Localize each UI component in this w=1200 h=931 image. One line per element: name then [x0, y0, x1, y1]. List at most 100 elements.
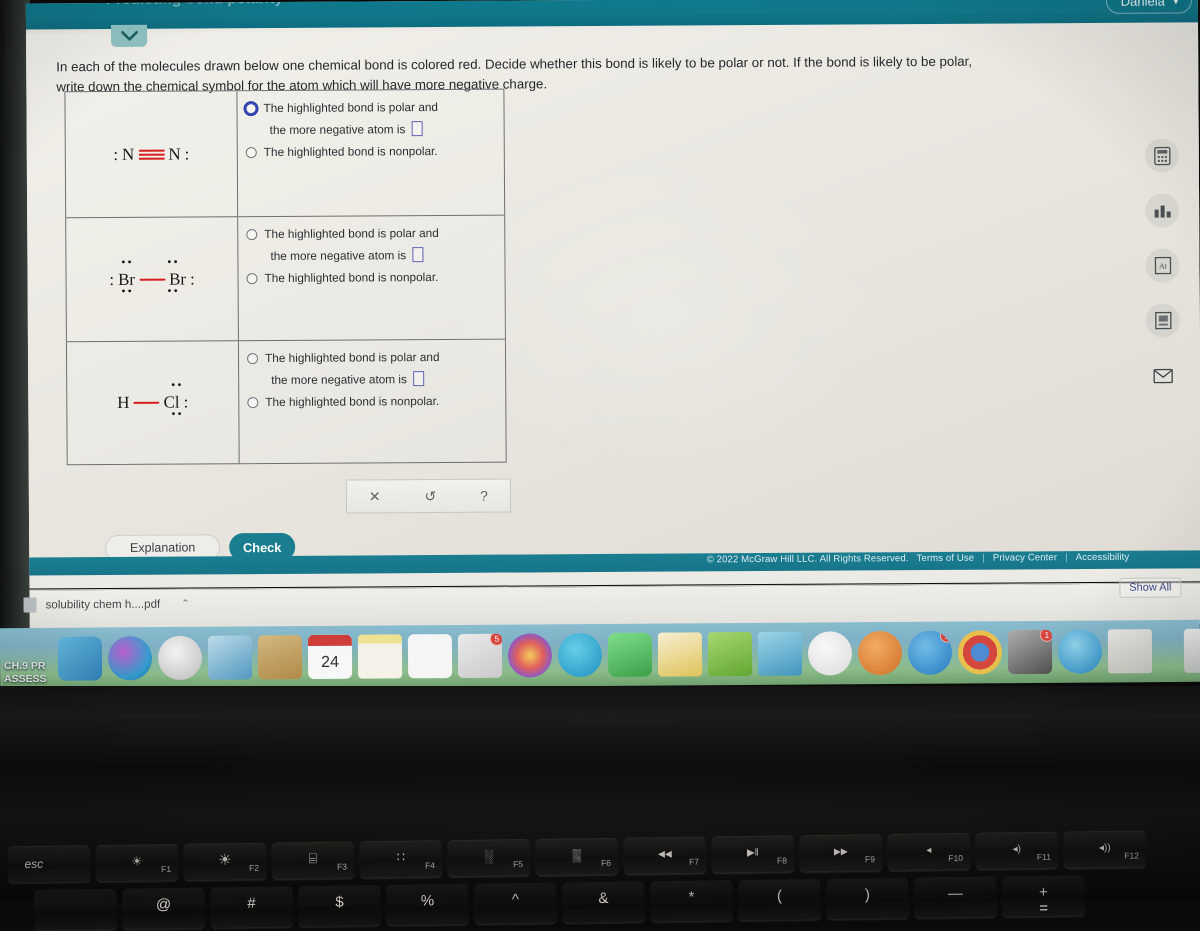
dock-item-facetime[interactable] [607, 632, 653, 677]
key-9[interactable]: ( [738, 878, 821, 921]
key-2[interactable]: @ [122, 887, 205, 929]
answer-row: the more negative atom is [270, 247, 498, 263]
key-f10[interactable]: ◂ F10 [887, 832, 971, 870]
dock-item-chrome[interactable] [957, 630, 1003, 675]
rewind-icon: ◀◀ [657, 848, 672, 859]
download-file-name: solubility chem h....pdf [45, 597, 161, 612]
periodic-table-icon[interactable]: At [1145, 248, 1180, 283]
key-3[interactable]: # [210, 886, 293, 928]
key-1[interactable] [34, 888, 117, 930]
show-all-downloads-button[interactable]: Show All [1119, 577, 1182, 598]
radio-polar[interactable] [246, 229, 258, 241]
key-6[interactable]: ^ [474, 882, 557, 924]
bar-chart-icon[interactable] [1145, 193, 1180, 228]
function-key-row: esc ☀ F1 ☀ F2 ⌸ F3 ∷ F4 ░ F5 ▒ F6 ◀◀ F7 ▶‖ F8 ▶▶… [0, 830, 1147, 883]
radio-polar[interactable] [245, 103, 257, 115]
lone-pair-left: : [113, 144, 119, 164]
dock-item-numbers[interactable] [707, 631, 753, 677]
reference-table-icon[interactable] [1145, 303, 1180, 338]
key-9-label: ( [776, 887, 783, 905]
key-5-label: % [420, 892, 435, 910]
user-menu[interactable]: Daniela ▾ [1105, 0, 1192, 14]
dock-item-ibooks[interactable] [857, 630, 903, 676]
help-icon[interactable]: ? [480, 488, 488, 504]
key-f6[interactable]: ▒ F6 [535, 837, 619, 875]
dock-item-photos[interactable] [507, 633, 553, 678]
download-item[interactable]: solubility chem h....pdf ⌃ [23, 597, 190, 613]
collapse-panel-button[interactable] [111, 24, 148, 47]
dock-item-safari[interactable] [1057, 629, 1103, 674]
privacy-link[interactable]: Privacy Center [993, 552, 1057, 563]
atom-left: H [117, 392, 130, 412]
key-f12[interactable]: ◂)) F12 [1063, 830, 1147, 868]
option-nonpolar[interactable]: The highlighted bond is nonpolar. [247, 394, 499, 411]
radio-polar[interactable] [247, 353, 259, 365]
mission-control-icon: ⌸ [308, 850, 318, 867]
dock-item-pages[interactable] [657, 632, 703, 677]
dock-item-launchpad[interactable] [157, 635, 203, 681]
laptop-wordmark: MacBook Air [570, 710, 677, 729]
dock-item-calendar[interactable]: 24 [307, 634, 353, 680]
key-f5[interactable]: ░ F5 [447, 838, 531, 877]
dock-item-mail[interactable]: 5 [457, 633, 503, 678]
key-f3-label: F3 [336, 861, 348, 872]
answer-label: the more negative atom is [269, 121, 406, 137]
key-f8[interactable]: ▶‖ F8 [711, 835, 795, 873]
chevron-up-icon[interactable]: ⌃ [181, 599, 189, 610]
key-7[interactable]: & [562, 881, 645, 923]
pdf-file-icon [23, 597, 37, 613]
key-f9[interactable]: ▶▶ F9 [799, 834, 883, 872]
app-store-badge: 1 [939, 630, 953, 643]
key-f4[interactable]: ∷ F4 [359, 840, 443, 878]
dock-item-preview[interactable] [207, 635, 253, 680]
key-f3[interactable]: ⌸ F3 [271, 841, 355, 879]
key-f11[interactable]: ◂) F11 [975, 831, 1059, 869]
dock-item-app-store[interactable]: 1 [907, 630, 953, 675]
dock-item-siri[interactable] [107, 636, 153, 681]
key-f10-label: F10 [948, 852, 963, 864]
key-4[interactable]: $ [298, 885, 381, 927]
molecule-cell: •• H Cl : •• [66, 341, 240, 465]
key-minus[interactable]: — [914, 876, 997, 918]
key-equals[interactable]: + = [1002, 875, 1085, 917]
dock-item-messages[interactable] [557, 632, 603, 678]
key-esc[interactable]: esc [7, 845, 91, 883]
dock-item-itunes[interactable] [807, 631, 853, 676]
dock-item-aleks-window[interactable] [1107, 629, 1153, 674]
answer-input[interactable] [412, 371, 424, 387]
option-polar[interactable]: The highlighted bond is polar and [245, 100, 497, 117]
option-nonpolar[interactable]: The highlighted bond is nonpolar. [245, 144, 498, 161]
dock-item-notes[interactable] [357, 634, 403, 679]
calculator-icon[interactable] [1144, 138, 1179, 173]
lone-pair-left: : [109, 269, 115, 289]
accessibility-link[interactable]: Accessibility [1076, 552, 1130, 563]
option-polar[interactable]: The highlighted bond is polar and [247, 350, 499, 367]
browser-screen: Predicting bond polarity Daniela ▾ In ea… [0, 0, 1200, 704]
dock-item-trash[interactable] [1183, 628, 1200, 673]
radio-nonpolar[interactable] [245, 147, 257, 159]
dock-item-system-preferences[interactable]: 1 [1007, 629, 1053, 675]
radio-nonpolar[interactable] [246, 273, 258, 285]
answer-input[interactable] [412, 247, 424, 263]
key-5[interactable]: % [386, 883, 469, 925]
option-polar[interactable]: The highlighted bond is polar and [246, 226, 498, 243]
key-8[interactable]: * [650, 880, 733, 922]
clear-icon[interactable]: ✕ [369, 488, 381, 505]
terms-link[interactable]: Terms of Use [916, 553, 974, 564]
molecule-cell: •• •• : Br Br : •• •• [66, 217, 239, 342]
key-f7[interactable]: ◀◀ F7 [623, 836, 707, 874]
key-f2[interactable]: ☀ F2 [183, 842, 267, 880]
key-f1[interactable]: ☀ F1 [95, 843, 179, 882]
option-nonpolar-label: The highlighted bond is nonpolar. [265, 393, 440, 410]
dock-item-finder[interactable] [57, 636, 103, 681]
dock-item-contacts[interactable] [257, 635, 303, 680]
radio-nonpolar[interactable] [247, 397, 259, 409]
key-0[interactable]: ) [826, 877, 909, 919]
dock-item-keynote[interactable] [757, 631, 803, 676]
option-nonpolar[interactable]: The highlighted bond is nonpolar. [246, 270, 499, 287]
answer-input[interactable] [411, 121, 423, 137]
message-icon[interactable] [1146, 358, 1180, 392]
mute-icon: ◂ [926, 844, 932, 857]
dock-item-reminders[interactable] [407, 634, 453, 679]
undo-icon[interactable]: ↺ [424, 488, 436, 505]
